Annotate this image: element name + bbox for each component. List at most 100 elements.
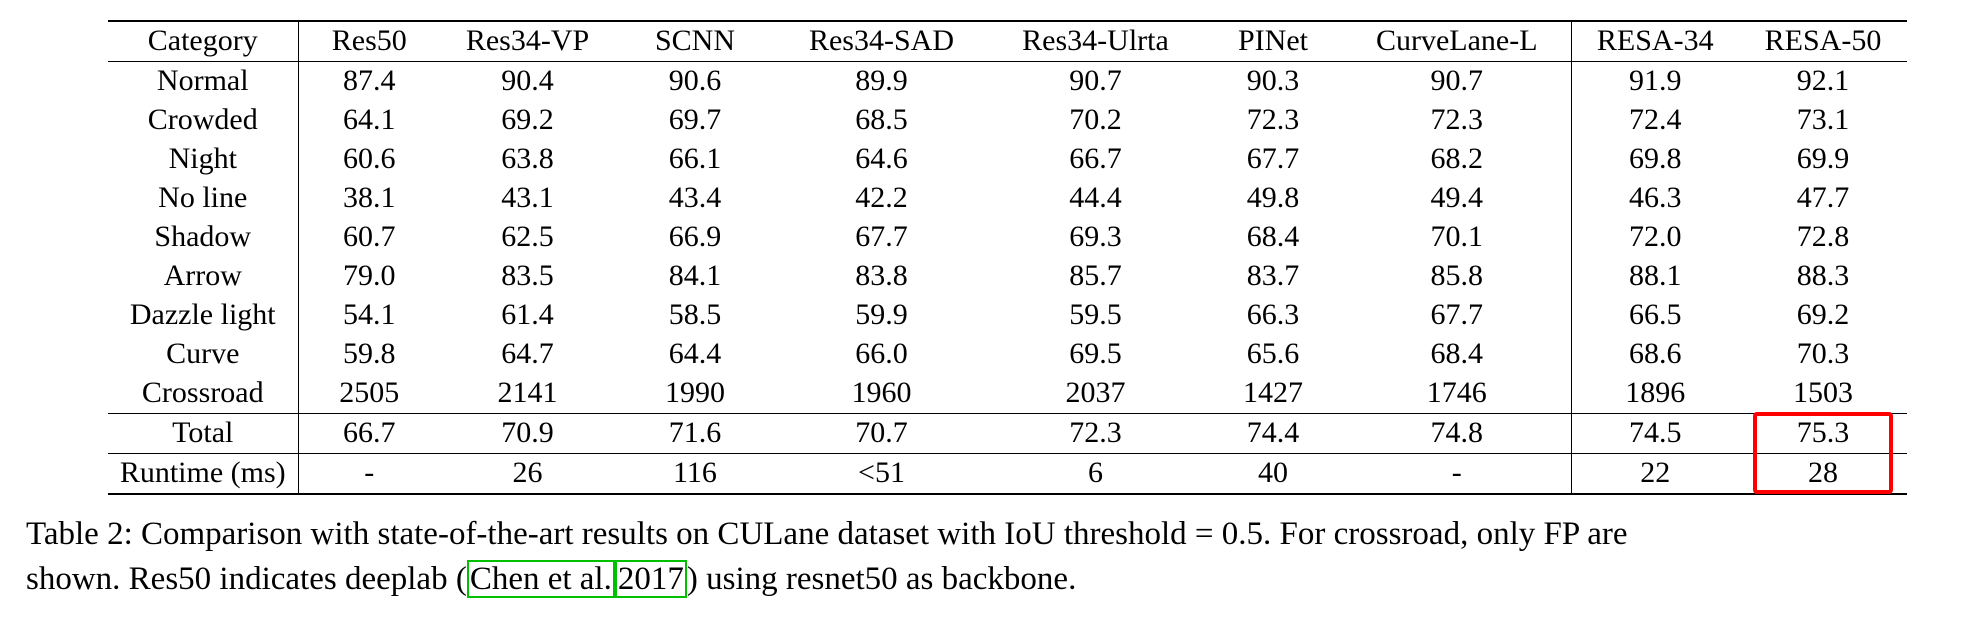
column-header-resa-34: RESA-34	[1571, 20, 1739, 62]
table-cell: 90.3	[1203, 61, 1343, 101]
table-cell: 64.7	[501, 337, 554, 370]
table-row: Shadow 60.7 62.5 66.9 67.7 69.3 68.4 70.1 72.0 72…	[108, 218, 1907, 257]
table-cell: 69.2	[1796, 298, 1850, 331]
results-table: Category Res50 Res34-VP SCNN Res34-SAD R…	[108, 20, 1907, 495]
table-row: No line 38.1 43.1 43.4 42.2 44.4 49.8 49.4 46.3 4…	[108, 179, 1907, 218]
table-cell: 74.8	[1343, 413, 1572, 454]
column-header-res34-sad: Res34-SAD	[775, 20, 988, 62]
table-cell: 58.5	[668, 298, 722, 331]
table-cell: 69.8	[1629, 142, 1682, 175]
table-cell: 59.5	[1069, 298, 1122, 331]
table-cell: 116	[615, 453, 775, 495]
table-cell: 89.9	[775, 61, 988, 101]
citation-year-highlight[interactable]: 2017	[614, 559, 687, 599]
column-header-res50: Res50	[298, 20, 440, 62]
table-cell: 22	[1571, 453, 1739, 495]
table-cell: 2505	[339, 376, 400, 409]
table-cell: 90.6	[615, 61, 775, 101]
column-header-resa-50: RESA-50	[1739, 20, 1907, 62]
table-cell: 66.0	[855, 337, 908, 370]
table-cell: 69.9	[1796, 142, 1850, 175]
table-cell: 65.6	[1246, 337, 1300, 370]
row-label-total: Total	[108, 413, 299, 454]
row-label-runtime: Runtime (ms)	[108, 453, 299, 495]
table-cell: 61.4	[501, 298, 554, 331]
row-label-no-line: No line	[108, 179, 299, 218]
column-header-curvelane-l: CurveLane-L	[1343, 20, 1572, 62]
table-cell: 70.7	[775, 413, 988, 454]
results-table-container: Category Res50 Res34-VP SCNN Res34-SAD R…	[108, 20, 1907, 495]
table-cell: 43.1	[501, 181, 554, 214]
table-cell: 69.5	[1069, 337, 1122, 370]
table-cell: 28	[1739, 453, 1907, 495]
table-cell: 68.2	[1343, 140, 1572, 179]
table-cell: 70.3	[1796, 337, 1850, 370]
table-cell: 26	[440, 453, 615, 495]
table-cell: -	[1343, 453, 1572, 495]
table-cell: 49.4	[1343, 179, 1572, 218]
column-header-category: Category	[108, 20, 299, 62]
table-cell: 83.8	[855, 259, 908, 292]
table-cell: 87.4	[298, 61, 440, 101]
table-row: Curve 59.8 64.7 64.4 66.0 69.5 65.6 68.4 68.6 70.…	[108, 335, 1907, 374]
caption-line2-suffix: ) using resnet50 as backbone.	[686, 560, 1077, 597]
table-cell: 67.7	[855, 220, 908, 253]
table-cell: 69.2	[501, 103, 554, 136]
table-cell: 69.7	[668, 103, 722, 136]
row-label-crossroad: Crossroad	[108, 374, 299, 414]
table-cell: 66.1	[668, 142, 722, 175]
table-cell: 60.6	[343, 142, 396, 175]
table-cell: 62.5	[501, 220, 554, 253]
caption-line2-prefix: shown. Res50 indicates deeplab (	[26, 560, 467, 597]
table-cell: 85.8	[1343, 257, 1572, 296]
table-row: Crossroad 2505 2141 1990 1960 2037 1427 1746 189…	[108, 374, 1907, 414]
table-cell: 72.4	[1629, 103, 1682, 136]
table-cell: 70.1	[1343, 218, 1572, 257]
caption-line-1: Table 2: Comparison with state-of-the-ar…	[26, 516, 1628, 552]
column-header-res34-ulrta: Res34-Ulrta	[988, 20, 1203, 62]
column-header-scnn: SCNN	[615, 20, 775, 62]
table-cell: 75.3	[1739, 413, 1907, 454]
table-cell: 6	[988, 453, 1203, 495]
table-cell: 90.7	[1343, 61, 1572, 101]
table-cell: 54.1	[343, 298, 396, 331]
citation-author-highlight[interactable]: Chen et al.	[466, 559, 615, 599]
table-cell: 59.8	[343, 337, 396, 370]
table-cell: 43.4	[668, 181, 722, 214]
table-cell: 83.5	[501, 259, 554, 292]
table-cell: 1503	[1793, 376, 1853, 409]
table-row: Arrow 79.0 83.5 84.1 83.8 85.7 83.7 85.8 88.1 88.…	[108, 257, 1907, 296]
table-row: Normal 87.4 90.4 90.6 89.9 90.7 90.3 90.7 91.9 92…	[108, 61, 1907, 101]
table-cell: 1896	[1625, 376, 1686, 409]
table-cell: 72.0	[1629, 220, 1682, 253]
table-cell: 47.7	[1796, 181, 1850, 214]
table-cell: 66.3	[1246, 298, 1300, 331]
row-label-crowded: Crowded	[108, 101, 299, 140]
table-cell: 67.7	[1343, 296, 1572, 335]
table-cell: 84.1	[668, 259, 722, 292]
table-cell: 79.0	[343, 259, 396, 292]
table-cell: 42.2	[855, 181, 908, 214]
table-cell: 44.4	[1069, 181, 1122, 214]
table-cell: 72.8	[1796, 220, 1850, 253]
table-body: Normal 87.4 90.4 90.6 89.9 90.7 90.3 90.7 91.9 92…	[108, 61, 1907, 495]
table-cell: 68.4	[1343, 335, 1572, 374]
row-label-shadow: Shadow	[108, 218, 299, 257]
row-label-curve: Curve	[108, 335, 299, 374]
table-cell: 88.1	[1629, 259, 1682, 292]
table-cell: 64.4	[668, 337, 722, 370]
table-row: Dazzle light 54.1 61.4 58.5 59.9 59.5 66.3 67.7…	[108, 296, 1907, 335]
table-cell: 83.7	[1246, 259, 1300, 292]
table-cell: -	[298, 453, 440, 495]
table-row: Crowded 64.1 69.2 69.7 68.5 70.2 72.3 72.3 72.4 7…	[108, 101, 1907, 140]
table-cell: 64.1	[343, 103, 396, 136]
caption-line-2: shown. Res50 indicates deeplab (Chen et …	[26, 557, 1936, 602]
table-cell: 2141	[497, 376, 558, 409]
table-cell: 88.3	[1796, 259, 1850, 292]
table-cell: 67.7	[1246, 142, 1300, 175]
table-row: Night 60.6 63.8 66.1 64.6 66.7 67.7 68.2 69.8 69.…	[108, 140, 1907, 179]
table-cell: 68.5	[855, 103, 908, 136]
table-cell: 85.7	[1069, 259, 1122, 292]
table-cell: 90.4	[440, 61, 615, 101]
column-header-pinet: PINet	[1203, 20, 1343, 62]
